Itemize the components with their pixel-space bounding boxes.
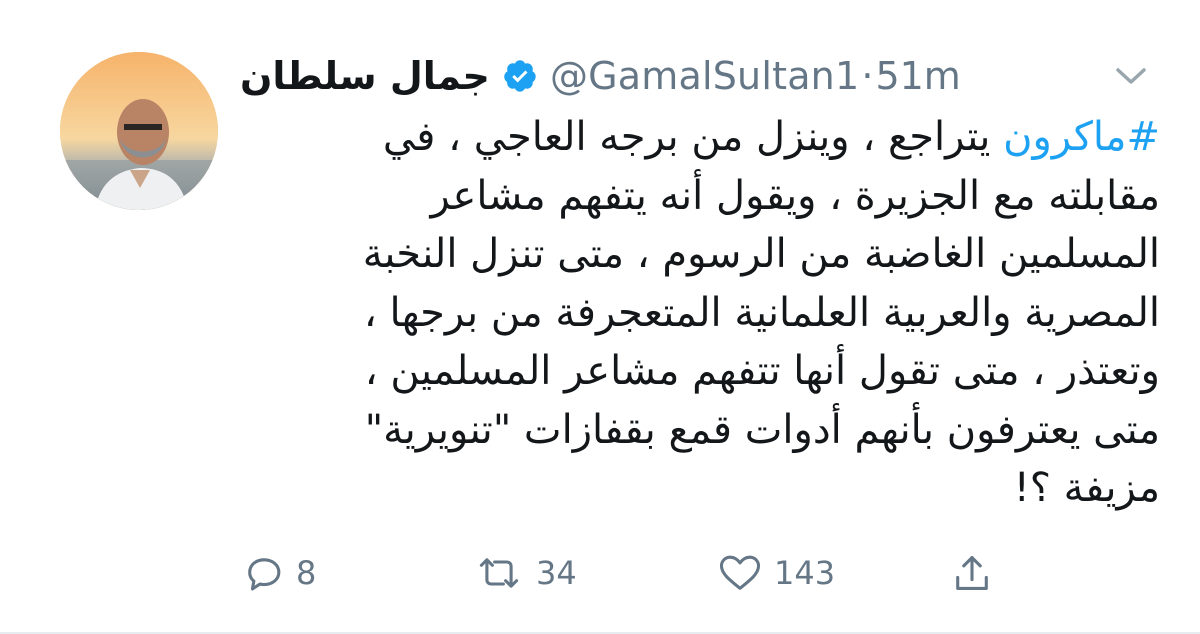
tweet-line: مزيفة ؟! [1013, 465, 1160, 511]
tweet-line-text: يتراجع ، وينزل من برجه العاجي ، في [382, 114, 1004, 160]
retweet-icon [479, 558, 519, 588]
avatar-photo [60, 52, 218, 210]
share-icon [956, 556, 988, 590]
avatar[interactable] [60, 52, 218, 210]
chevron-down-icon[interactable] [1110, 58, 1152, 94]
reply-count: 8 [296, 554, 317, 592]
reply-icon [248, 558, 281, 591]
tweet-line: وتعتذر ، متى تقول أنها تتفهم مشاعر المسل… [364, 348, 1160, 394]
share-button[interactable] [950, 548, 994, 598]
verified-badge-icon [502, 58, 538, 94]
tweet-text: #ماكرون يتراجع ، وينزل من برجه العاجي ، … [240, 108, 1160, 518]
tweet-line: متى يعترفون بأنهم أدوات قمع بقفازات "تنو… [364, 406, 1160, 453]
retweet-count: 34 [536, 554, 577, 592]
username-handle[interactable]: @GamalSultan1 [550, 54, 859, 98]
separator-dot: · [861, 54, 874, 98]
like-count: 143 [774, 554, 836, 592]
tweet-line: مقابلته مع الجزيرة ، ويقول أنه يتفهم مشا… [430, 172, 1160, 219]
display-name[interactable]: جمال سلطان [240, 54, 490, 98]
timestamp[interactable]: 51m [875, 54, 960, 98]
tweet-line: المصرية والعربية العلمانية المتعجرفة من … [363, 289, 1160, 336]
action-bar: 8 34 143 [0, 548, 1200, 598]
tweet-line: #ماكرون يتراجع ، وينزل من برجه العاجي ، … [240, 108, 1160, 167]
heart-icon [719, 555, 761, 590]
like-button[interactable]: 143 [716, 548, 835, 598]
tweet-header: جمال سلطان @GamalSultan1 · 51m [240, 50, 961, 102]
retweet-button[interactable]: 34 [472, 548, 577, 598]
tweet-card[interactable]: جمال سلطان @GamalSultan1 · 51m #ماكرون ي… [0, 0, 1200, 634]
reply-button[interactable]: 8 [242, 548, 316, 598]
hashtag-link[interactable]: #ماكرون [1003, 114, 1160, 160]
tweet-line: المسلمين الغاضبة من الرسوم ، متى تنزل ال… [362, 231, 1160, 277]
